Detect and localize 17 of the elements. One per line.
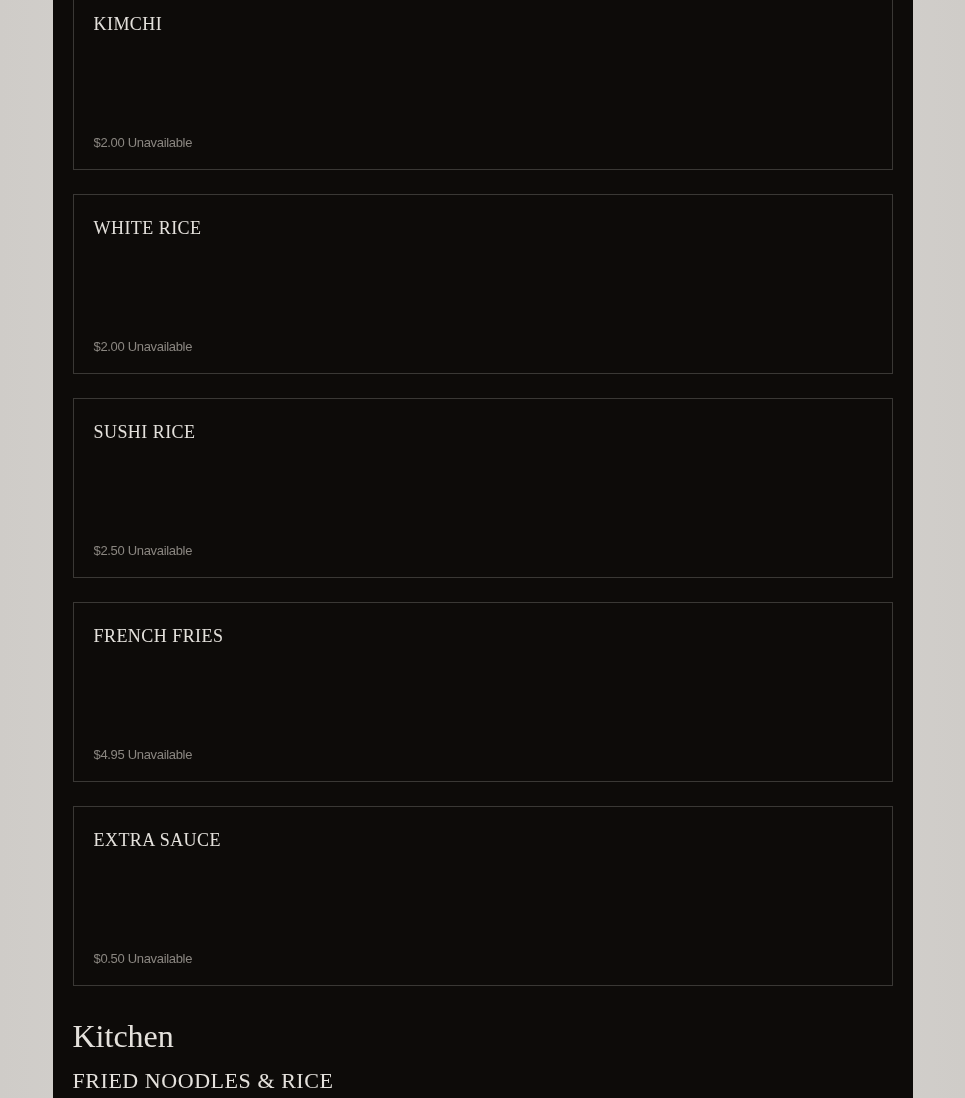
item-price: $2.00 Unavailable bbox=[93, 340, 193, 353]
item-price: $2.50 Unavailable bbox=[93, 544, 193, 557]
item-name: EXTRA SAUCE bbox=[93, 831, 221, 849]
item-price: $0.50 Unavailable bbox=[93, 952, 193, 965]
category-heading: FRIED NOODLES & RICE bbox=[72, 1070, 334, 1092]
item-name: SUSHI RICE bbox=[93, 423, 196, 441]
item-name: FRENCH FRIES bbox=[93, 627, 224, 645]
section-heading: Kitchen bbox=[72, 1020, 174, 1052]
menu-item-card[interactable]: WHITE RICE $2.00 Unavailable bbox=[72, 194, 893, 374]
item-name: KIMCHI bbox=[93, 15, 163, 33]
menu-item-card[interactable]: FRENCH FRIES $4.95 Unavailable bbox=[72, 602, 893, 782]
menu-item-card[interactable]: EXTRA SAUCE $0.50 Unavailable bbox=[72, 806, 893, 986]
menu-item-card[interactable]: SUSHI RICE $2.50 Unavailable bbox=[72, 398, 893, 578]
item-price: $2.00 Unavailable bbox=[93, 136, 193, 149]
item-name: WHITE RICE bbox=[93, 219, 202, 237]
item-price: $4.95 Unavailable bbox=[93, 748, 193, 761]
menu-item-card[interactable]: KIMCHI $2.00 Unavailable bbox=[72, 0, 893, 170]
